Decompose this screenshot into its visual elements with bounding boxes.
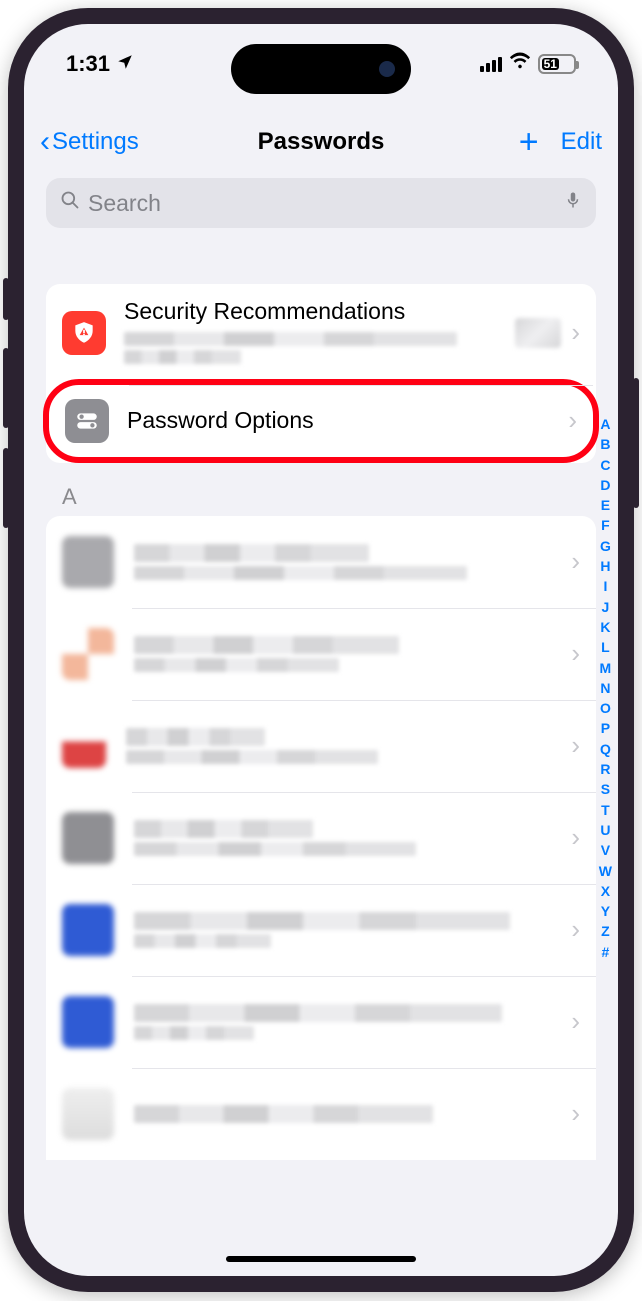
- index-letter[interactable]: F: [599, 515, 612, 535]
- volume-up-button: [3, 348, 9, 428]
- chevron-right-icon: ›: [571, 546, 580, 577]
- index-letter[interactable]: V: [599, 840, 612, 860]
- redacted-subtitle: [124, 332, 515, 364]
- wifi-icon: [509, 50, 531, 78]
- redacted-content: [134, 632, 571, 676]
- index-letter[interactable]: H: [599, 556, 612, 576]
- chevron-right-icon: ›: [571, 1006, 580, 1037]
- index-letter[interactable]: A: [599, 414, 612, 434]
- status-left: 1:31: [66, 51, 134, 77]
- search-placeholder: Search: [88, 190, 564, 217]
- security-recommendations-row[interactable]: Security Recommenda­tions ›: [46, 284, 596, 382]
- alphabet-index[interactable]: A B C D E F G H I J K L M N O P Q R S T: [599, 414, 612, 962]
- status-right: 51: [480, 50, 576, 78]
- index-letter[interactable]: L: [599, 637, 612, 657]
- chevron-right-icon: ›: [571, 638, 580, 669]
- password-options-label: Password Options: [127, 407, 568, 435]
- chevron-right-icon: ›: [571, 914, 580, 945]
- index-letter[interactable]: Y: [599, 901, 612, 921]
- shield-warning-icon: [62, 311, 106, 355]
- index-letter[interactable]: P: [599, 718, 612, 738]
- cellular-icon: [480, 56, 502, 72]
- list-item[interactable]: ›: [46, 792, 596, 884]
- redacted-content: [134, 816, 571, 860]
- device-frame: 1:31 51 ‹ Settings Passwords: [8, 8, 634, 1292]
- site-icon: [62, 904, 114, 956]
- back-button[interactable]: ‹ Settings: [40, 125, 139, 159]
- index-letter[interactable]: W: [599, 861, 612, 881]
- section-header: A: [62, 484, 580, 510]
- chevron-left-icon: ‹: [40, 125, 50, 159]
- chevron-right-icon: ›: [571, 822, 580, 853]
- index-letter[interactable]: #: [599, 942, 612, 962]
- site-icon: [62, 1088, 114, 1140]
- index-letter[interactable]: E: [599, 495, 612, 515]
- dynamic-island: [231, 44, 411, 94]
- power-button: [633, 378, 639, 508]
- redacted-content: [134, 1000, 571, 1044]
- index-letter[interactable]: O: [599, 698, 612, 718]
- index-letter[interactable]: K: [599, 617, 612, 637]
- chevron-right-icon: ›: [571, 1098, 580, 1129]
- index-letter[interactable]: X: [599, 881, 612, 901]
- add-button[interactable]: +: [519, 125, 539, 159]
- side-button: [3, 278, 9, 320]
- index-letter[interactable]: Z: [599, 921, 612, 941]
- index-letter[interactable]: B: [599, 434, 612, 454]
- index-letter[interactable]: J: [599, 597, 612, 617]
- index-letter[interactable]: N: [599, 678, 612, 698]
- search-field[interactable]: Search: [46, 178, 596, 228]
- toggles-icon: [65, 399, 109, 443]
- index-letter[interactable]: G: [599, 536, 612, 556]
- site-icon: [62, 628, 114, 680]
- site-icon: [62, 724, 106, 768]
- content-scroll[interactable]: Security Recommenda­tions ›: [24, 254, 618, 1276]
- status-time: 1:31: [66, 51, 110, 77]
- list-item[interactable]: ›: [46, 516, 596, 608]
- chevron-right-icon: ›: [568, 405, 577, 436]
- index-letter[interactable]: T: [599, 800, 612, 820]
- index-letter[interactable]: C: [599, 455, 612, 475]
- index-letter[interactable]: U: [599, 820, 612, 840]
- volume-down-button: [3, 448, 9, 528]
- index-letter[interactable]: S: [599, 779, 612, 799]
- redacted-content: [134, 540, 571, 584]
- site-icon: [62, 536, 114, 588]
- redacted-badge: [515, 318, 561, 348]
- index-letter[interactable]: I: [599, 576, 612, 596]
- back-label: Settings: [52, 128, 139, 156]
- search-icon: [60, 190, 80, 216]
- list-item[interactable]: ›: [46, 976, 596, 1068]
- index-letter[interactable]: D: [599, 475, 612, 495]
- location-icon: [116, 53, 134, 76]
- site-icon: [62, 996, 114, 1048]
- password-options-row[interactable]: Password Options ›: [43, 379, 599, 463]
- chevron-right-icon: ›: [571, 730, 580, 761]
- password-list: › › ›: [46, 516, 596, 1160]
- security-recommendations-label: Security Recommenda­tions: [124, 298, 515, 326]
- index-letter[interactable]: R: [599, 759, 612, 779]
- home-indicator[interactable]: [226, 1256, 416, 1262]
- nav-bar: ‹ Settings Passwords + Edit: [24, 114, 618, 170]
- site-icon: [62, 812, 114, 864]
- list-item[interactable]: ›: [46, 700, 596, 792]
- battery-level: 51: [542, 58, 559, 70]
- list-item[interactable]: ›: [46, 608, 596, 700]
- screen: 1:31 51 ‹ Settings Passwords: [24, 24, 618, 1276]
- options-card: Security Recommenda­tions ›: [46, 284, 596, 463]
- redacted-content: [126, 724, 571, 768]
- redacted-content: [134, 908, 571, 952]
- microphone-icon[interactable]: [564, 189, 582, 217]
- edit-button[interactable]: Edit: [561, 128, 602, 156]
- list-item[interactable]: ›: [46, 884, 596, 976]
- chevron-right-icon: ›: [571, 317, 580, 348]
- list-item[interactable]: ›: [46, 1068, 596, 1160]
- index-letter[interactable]: Q: [599, 739, 612, 759]
- redacted-content: [134, 1101, 571, 1127]
- index-letter[interactable]: M: [599, 658, 612, 678]
- battery-icon: 51: [538, 54, 576, 74]
